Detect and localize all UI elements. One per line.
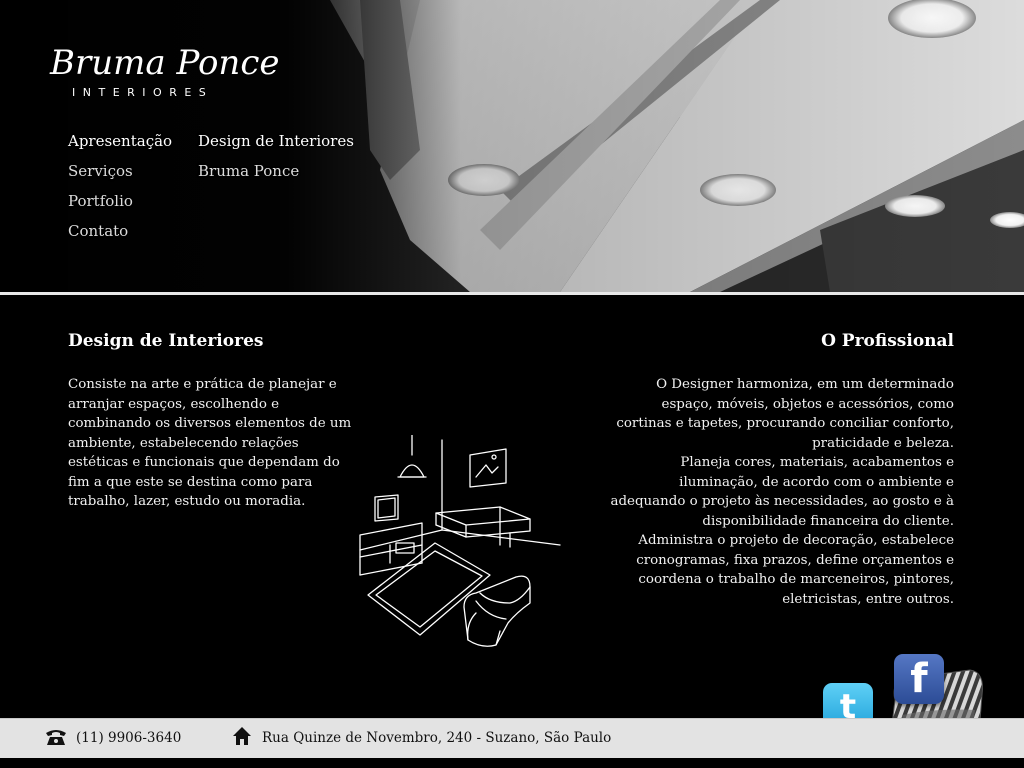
nav-design-de-interiores[interactable]: Design de Interiores <box>198 130 354 160</box>
facebook-link[interactable]: f <box>894 654 944 704</box>
logo[interactable]: Bruma Ponce INTERIORES <box>50 44 290 108</box>
bottom-strip <box>0 758 1024 768</box>
right-section-title: O Profissional <box>821 331 954 351</box>
logo-subtitle: INTERIORES <box>72 86 214 99</box>
right-paragraph-3: Administra o projeto de decoração, estab… <box>636 533 954 607</box>
phone-number[interactable]: (11) 9906-3640 <box>76 730 181 746</box>
nav-column-2: Design de Interiores Bruma Ponce <box>198 130 354 190</box>
right-paragraph-2: Planeja cores, materiais, acabamentos e … <box>610 455 954 529</box>
right-paragraph-1: O Designer harmoniza, em um determinado … <box>616 377 954 451</box>
nav-portfolio[interactable]: Portfolio <box>68 190 172 220</box>
nav-servicos[interactable]: Serviços <box>68 160 172 190</box>
interior-sketch-illustration <box>340 434 570 660</box>
left-section-title: Design de Interiores <box>68 331 264 351</box>
footer: (11) 9906-3640 Rua Quinze de Novembro, 2… <box>0 718 1024 758</box>
address: Rua Quinze de Novembro, 240 - Suzano, Sã… <box>262 730 612 746</box>
main-content: Design de Interiores Consiste na arte e … <box>0 295 1024 718</box>
nav-bruma-ponce[interactable]: Bruma Ponce <box>198 160 354 190</box>
facebook-icon: f <box>910 656 928 702</box>
nav-column-1: Apresentação Serviços Portfolio Contato <box>68 130 172 250</box>
logo-script: Bruma Ponce <box>50 43 280 83</box>
nav-apresentacao[interactable]: Apresentação <box>68 130 172 160</box>
right-section-body: O Designer harmoniza, em um determinado … <box>604 375 954 609</box>
phone-icon <box>45 728 67 746</box>
nav-contato[interactable]: Contato <box>68 220 172 250</box>
left-section-body: Consiste na arte e prática de planejar e… <box>68 377 352 509</box>
header-banner: Bruma Ponce INTERIORES Apresentação Serv… <box>0 0 1024 292</box>
home-icon <box>232 726 252 746</box>
